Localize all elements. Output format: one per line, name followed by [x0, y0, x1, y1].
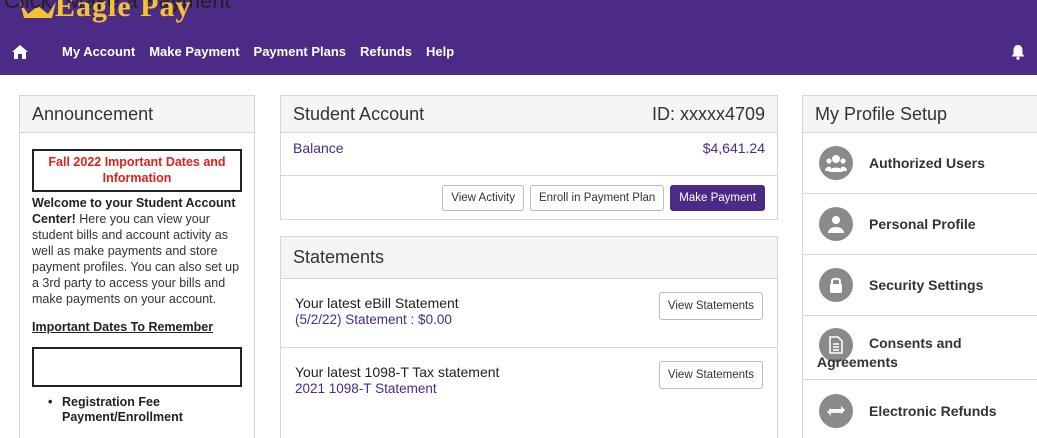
student-account-title: Student Account	[293, 103, 425, 124]
enroll-payment-plan-button[interactable]: Enroll in Payment Plan	[529, 185, 665, 211]
view-tax-statements-button[interactable]: View Statements	[658, 361, 763, 389]
student-account-header: Student Account ID: xxxxx4709	[281, 96, 777, 133]
announcement-panel: Announcement Fall 2022 Important Dates a…	[19, 95, 255, 438]
balance-label: Balance	[293, 140, 344, 156]
electronic-refunds-item[interactable]: Electronic Refunds	[803, 380, 1037, 438]
announcement-header: Announcement	[20, 96, 254, 133]
view-activity-button[interactable]: View Activity	[442, 185, 524, 211]
lock-icon	[819, 268, 853, 302]
statements-panel: Statements Your latest eBill Statement (…	[280, 236, 778, 438]
home-icon[interactable]	[12, 45, 28, 64]
users-icon	[819, 146, 853, 180]
important-dates-heading: Important Dates To Remember	[32, 319, 214, 334]
profile-setup-title: My Profile Setup	[815, 103, 948, 124]
announcement-title: Announcement	[32, 103, 154, 124]
authorized-users-label: Authorized Users	[869, 155, 985, 171]
balance-row: Balance $4,641.24	[281, 133, 777, 175]
announcement-welcome: Welcome to your Student Account Center! …	[32, 195, 242, 307]
view-statements-button[interactable]: View Statements	[658, 292, 763, 320]
consents-agreements-item[interactable]: Consents and Agreements	[803, 316, 1037, 380]
authorized-users-item[interactable]: Authorized Users	[803, 133, 1037, 194]
nav-help[interactable]: Help	[426, 44, 454, 59]
statement-row-ebill: Your latest eBill Statement (5/2/22) Sta…	[281, 279, 777, 347]
statement-row-1098t: Your latest 1098-T Tax statement 2021 10…	[281, 347, 777, 415]
personal-profile-item[interactable]: Personal Profile	[803, 194, 1037, 255]
account-actions: View Activity Enroll in Payment Plan Mak…	[281, 175, 777, 220]
nav-my-account[interactable]: My Account	[62, 44, 135, 59]
statements-header: Statements	[281, 237, 777, 279]
agreements-label: Agreements	[817, 354, 898, 370]
balance-value: $4,641.24	[702, 140, 765, 156]
nav-menu: My Account Make Payment Payment Plans Re…	[62, 44, 454, 59]
nav-payment-plans[interactable]: Payment Plans	[254, 44, 347, 59]
caption-logo-text: Eagle Pay	[55, 0, 192, 23]
student-account-panel: Student Account ID: xxxxx4709 Balance $4…	[280, 95, 778, 220]
profile-setup-header: My Profile Setup	[803, 96, 1037, 133]
announcement-empty-box	[32, 346, 242, 387]
announcement-box-title: Fall 2022 Important Dates and Informatio…	[32, 149, 242, 192]
security-settings-item[interactable]: Security Settings	[803, 255, 1037, 316]
profile-setup-panel: My Profile Setup Authorized Users Person…	[802, 95, 1037, 438]
refund-icon	[819, 393, 853, 428]
statements-title: Statements	[293, 247, 385, 267]
student-id: ID: xxxxx4709	[651, 103, 765, 124]
dates-list: Registration Fee Payment/Enrollment	[48, 395, 254, 425]
electronic-refunds-label: Electronic Refunds	[869, 402, 997, 419]
nav-make-payment[interactable]: Make Payment	[149, 44, 239, 59]
bell-icon[interactable]	[1011, 45, 1025, 65]
person-icon	[819, 207, 853, 241]
make-payment-button[interactable]: Make Payment	[670, 185, 765, 211]
list-item: Registration Fee Payment/Enrollment	[48, 395, 254, 425]
security-settings-label: Security Settings	[869, 277, 984, 293]
nav-refunds[interactable]: Refunds	[360, 44, 412, 59]
personal-profile-label: Personal Profile	[869, 216, 976, 232]
